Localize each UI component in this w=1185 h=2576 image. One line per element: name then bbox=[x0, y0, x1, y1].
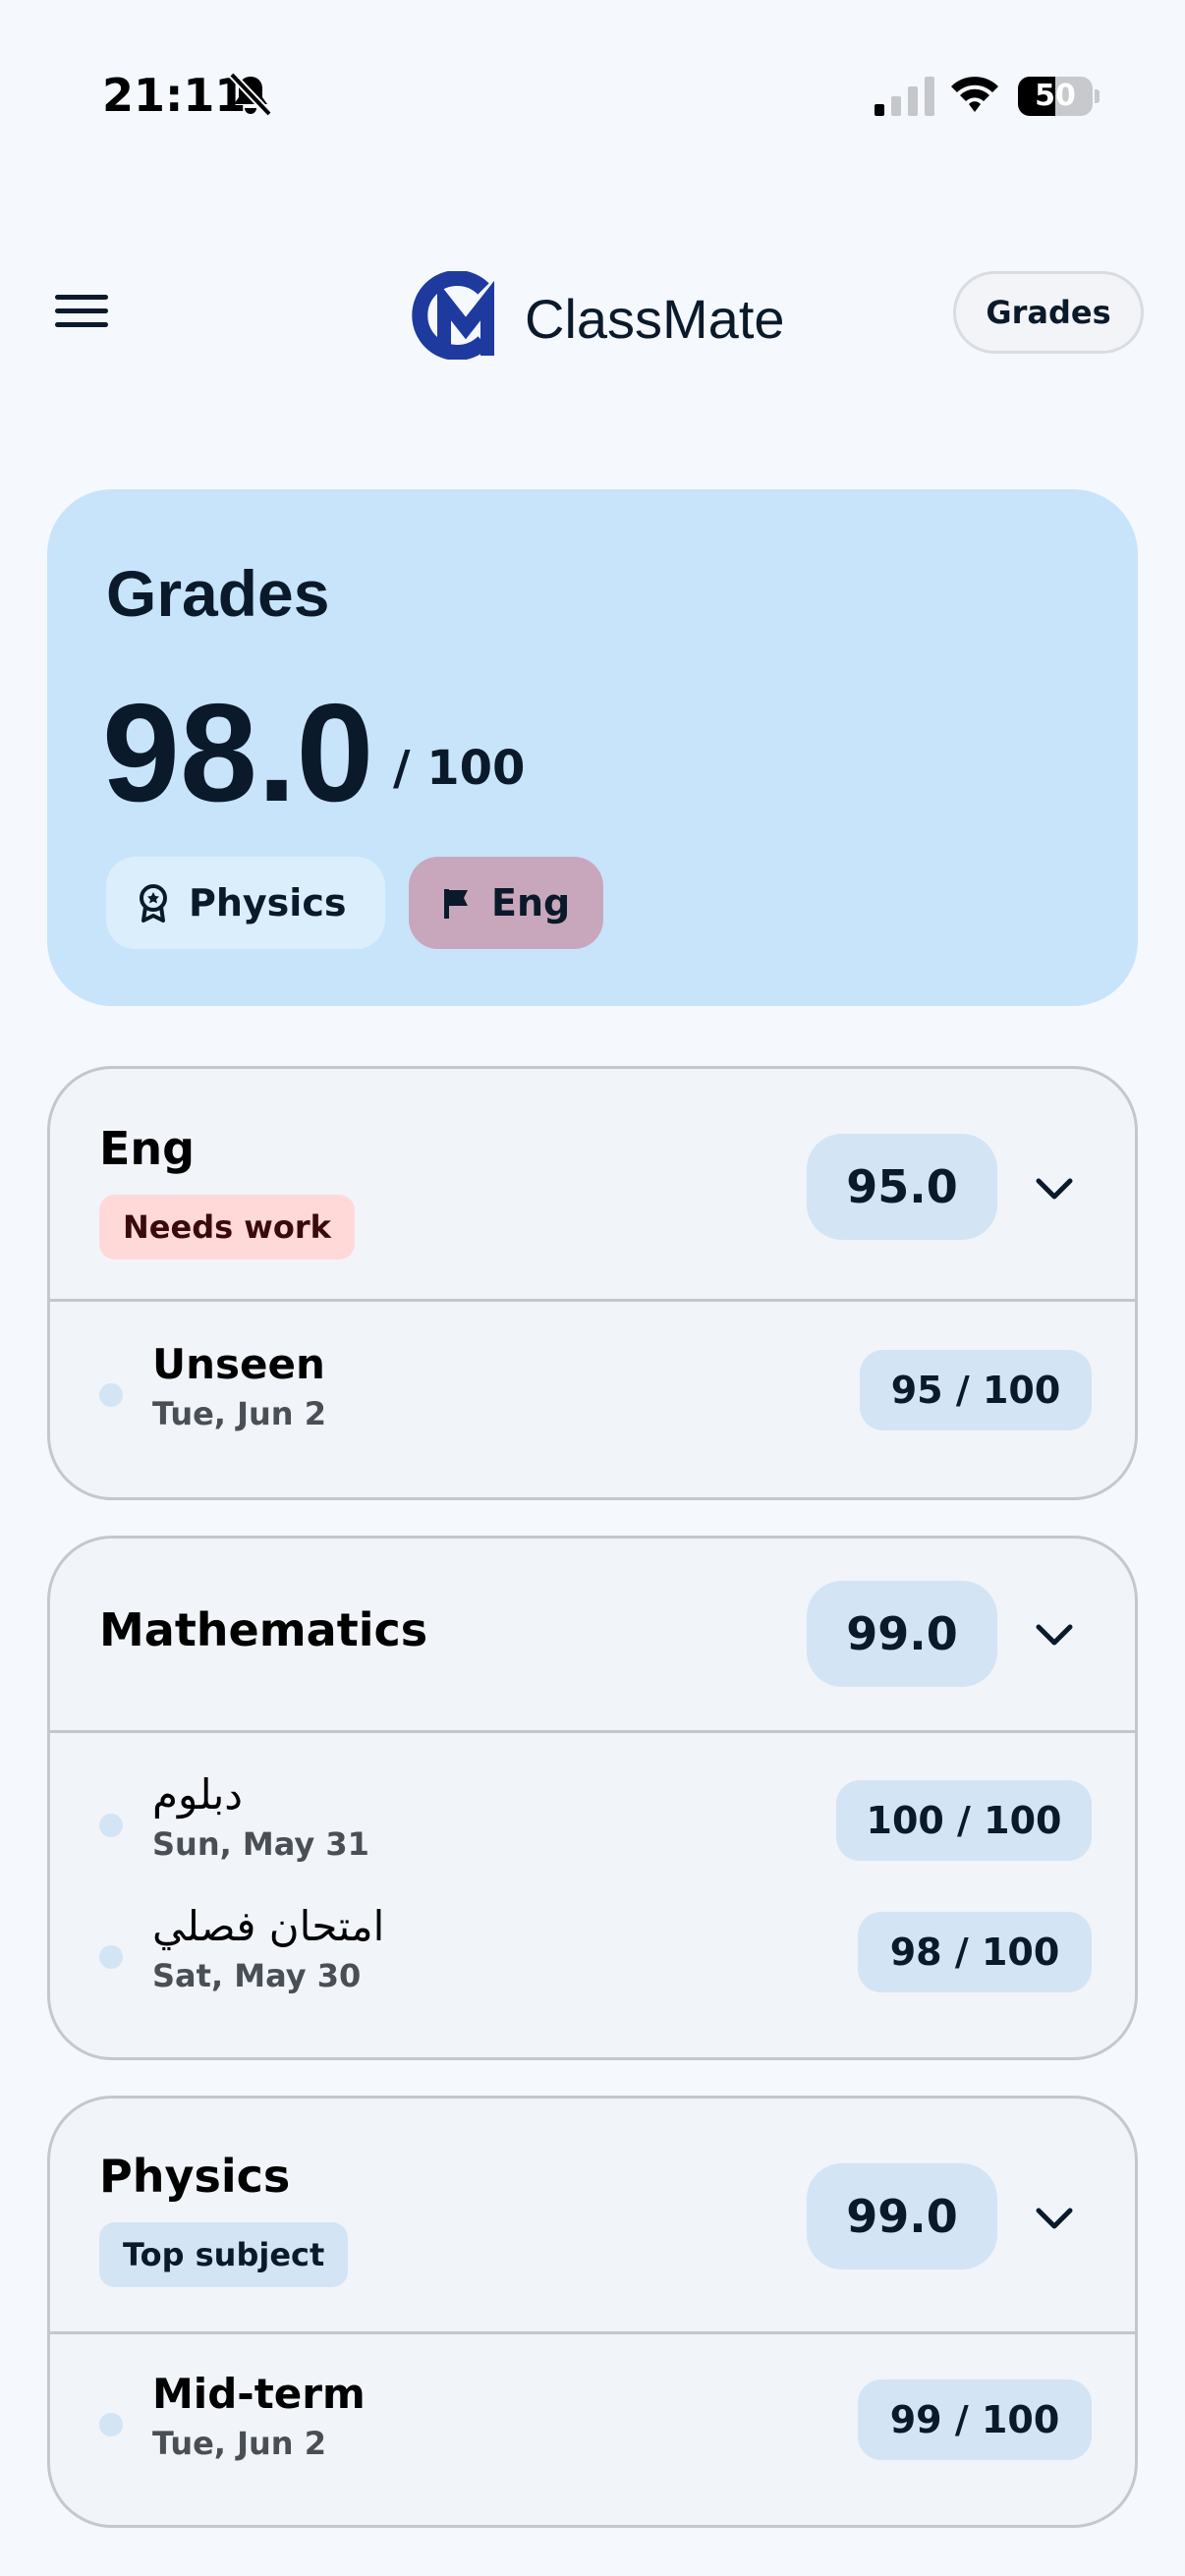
entry-title: Mid-term bbox=[152, 2370, 366, 2418]
cellular-signal-icon bbox=[875, 77, 934, 116]
battery-indicator: 50 bbox=[1018, 77, 1100, 116]
chevron-down-icon[interactable] bbox=[1033, 2203, 1076, 2232]
entry-date: Tue, Jun 2 bbox=[152, 2425, 326, 2462]
subject-card-eng: Eng Needs work 95.0 Unseen Tue, Jun 2 95… bbox=[47, 1066, 1138, 1500]
card-divider bbox=[50, 1299, 1135, 1302]
top-subject-chip[interactable]: Physics bbox=[106, 857, 385, 949]
subject-card-physics: Physics Top subject 99.0 Mid-term Tue, J… bbox=[47, 2096, 1138, 2528]
grade-entry-row[interactable]: دبلوم Sun, May 31 100 / 100 bbox=[50, 1766, 1135, 1884]
summary-title: Grades bbox=[106, 557, 330, 630]
entry-dot bbox=[99, 1814, 123, 1837]
subject-average: 95.0 bbox=[807, 1134, 997, 1240]
card-divider bbox=[50, 2331, 1135, 2334]
subject-card-header[interactable]: Physics Top subject 99.0 bbox=[50, 2099, 1135, 2331]
hamburger-menu-icon[interactable] bbox=[53, 289, 110, 334]
entry-dot bbox=[99, 1945, 123, 1969]
chevron-down-icon[interactable] bbox=[1033, 1619, 1076, 1649]
weak-subject-chip[interactable]: Eng bbox=[409, 857, 603, 949]
grade-entry-row[interactable]: Mid-term Tue, Jun 2 99 / 100 bbox=[50, 2366, 1135, 2484]
app-header: ClassMate Grades bbox=[0, 246, 1185, 383]
entry-score: 99 / 100 bbox=[858, 2380, 1092, 2460]
flag-icon bbox=[444, 889, 468, 919]
entry-dot bbox=[99, 2413, 123, 2436]
entry-title: امتحان فصلي bbox=[152, 1902, 385, 1950]
battery-body: 50 bbox=[1018, 77, 1093, 116]
top-subject-badge: Top subject bbox=[99, 2222, 349, 2287]
classmate-logo-icon bbox=[412, 271, 494, 360]
grades-summary-card: Grades 98.0 / 100 Physics Eng bbox=[47, 489, 1138, 1006]
subject-card-mathematics: Mathematics 99.0 دبلوم Sun, May 31 100 /… bbox=[47, 1536, 1138, 2060]
entry-date: Sun, May 31 bbox=[152, 1825, 369, 1863]
subject-average: 99.0 bbox=[807, 1581, 997, 1687]
grade-entry-row[interactable]: Unseen Tue, Jun 2 95 / 100 bbox=[50, 1336, 1135, 1454]
award-icon bbox=[140, 884, 167, 923]
bell-muted-icon bbox=[229, 72, 272, 117]
subject-name: Eng bbox=[99, 1122, 196, 1175]
entry-score: 98 / 100 bbox=[858, 1912, 1092, 1992]
card-divider bbox=[50, 1730, 1135, 1733]
entry-score: 100 / 100 bbox=[836, 1780, 1092, 1861]
status-time: 21:11 bbox=[102, 69, 247, 122]
chip-label: Eng bbox=[491, 881, 571, 924]
needs-work-badge: Needs work bbox=[99, 1195, 355, 1260]
subject-card-header[interactable]: Mathematics 99.0 bbox=[50, 1539, 1135, 1730]
subject-name: Physics bbox=[99, 2150, 291, 2203]
entry-title: Unseen bbox=[152, 1340, 325, 1388]
subject-card-header[interactable]: Eng Needs work 95.0 bbox=[50, 1069, 1135, 1299]
overall-score: 98.0 bbox=[102, 675, 374, 831]
grade-entry-row[interactable]: امتحان فصلي Sat, May 30 98 / 100 bbox=[50, 1898, 1135, 2016]
entry-date: Sat, May 30 bbox=[152, 1957, 362, 1994]
entry-score: 95 / 100 bbox=[860, 1350, 1092, 1430]
battery-percent: 50 bbox=[1035, 79, 1076, 113]
overall-score-max: / 100 bbox=[393, 741, 526, 796]
chip-label: Physics bbox=[189, 881, 347, 924]
status-bar: 21:11 50 bbox=[0, 0, 1185, 196]
entry-dot bbox=[99, 1383, 123, 1407]
grades-button[interactable]: Grades bbox=[953, 271, 1144, 354]
entry-date: Tue, Jun 2 bbox=[152, 1395, 326, 1432]
subject-average: 99.0 bbox=[807, 2163, 997, 2269]
subject-name: Mathematics bbox=[99, 1603, 428, 1656]
battery-tip bbox=[1095, 89, 1100, 103]
entry-title: دبلوم bbox=[152, 1770, 243, 1819]
chevron-down-icon[interactable] bbox=[1033, 1173, 1076, 1203]
wifi-icon bbox=[951, 77, 998, 112]
app-title: ClassMate bbox=[525, 288, 785, 350]
